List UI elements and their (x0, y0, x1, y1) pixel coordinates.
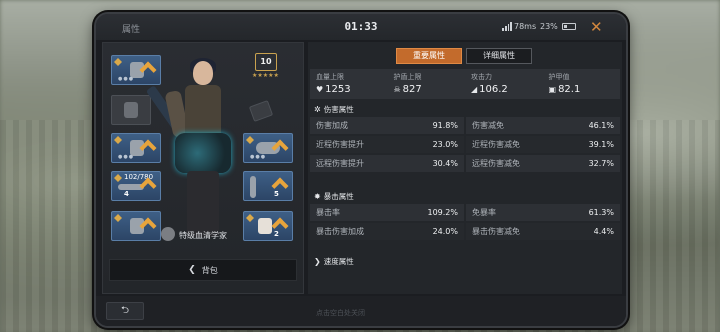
melee-slot[interactable]: 5 (243, 171, 293, 201)
close-icon[interactable]: ✕ (590, 17, 603, 37)
stat-cell: 暴击伤害减免 4.4% (466, 223, 620, 240)
attribute-window: 属性 01:33 78ms 23% ✕ ●●● ●●● 102/780 4 10… (94, 12, 628, 328)
ping-value: 78ms (514, 22, 537, 31)
backpack-label: 背包 (201, 265, 218, 275)
crit-stats: 暴击率 109.2% 免暴率 61.3% 暴击伤害加成 24.0% 暴击伤害减免 4.4… (310, 204, 620, 242)
pet-icon (258, 218, 272, 234)
tab-key-attributes[interactable]: 重要属性 (396, 48, 462, 64)
speed-section-header[interactable]: ❯ 速度属性 (314, 256, 354, 267)
backpack-button[interactable]: ❮ 背包 (109, 259, 297, 281)
stat-cell: 近程伤害提升 23.0% (310, 136, 464, 153)
bottom-bar: ⮌ 点击空白处关闭 (96, 296, 626, 326)
shield-stat: 护盾上限 ☠ 827 (393, 73, 422, 95)
helmet-slot[interactable]: ●●● (111, 55, 161, 85)
window-header: 属性 01:33 78ms 23% ✕ (96, 14, 626, 40)
rarity-icon (114, 58, 122, 66)
gun-icon: ◢ (471, 85, 478, 94)
crit-section-header: ✸ 暴击属性 (314, 192, 354, 201)
boots-slot[interactable] (111, 211, 161, 241)
stat-cell: 近程伤害减免 39.1% (466, 136, 620, 153)
crit-icon: ✸ (314, 192, 321, 201)
chevron-right-icon: ❯ (314, 257, 321, 266)
close-hint: 点击空白处关闭 (316, 309, 365, 317)
tab-detailed-attributes[interactable]: 详细属性 (466, 48, 532, 64)
blade-icon (250, 176, 256, 198)
signal-icon (502, 22, 512, 31)
character-panel: ●●● ●●● 102/780 4 10 ★★★★★ ●●● 5 2 特级血清学… (102, 42, 304, 294)
attack-stat: 攻击力 ◢ 106.2 (471, 73, 508, 95)
stat-cell: 暴击率 109.2% (310, 204, 464, 221)
ring-slot[interactable]: ●●● (243, 133, 293, 163)
damage-stats: 伤害加成 91.8% 伤害减免 46.1% 近程伤害提升 23.0% 近程伤害减免 39… (310, 117, 620, 174)
character-title: 特级血清学家 (179, 231, 227, 240)
rarity-icon (246, 136, 254, 144)
gear-count: 5 (274, 190, 279, 198)
battery-icon (562, 23, 576, 30)
rarity-icon (114, 136, 122, 144)
title-emblem-icon (161, 227, 175, 241)
weapon-slot[interactable]: 102/780 4 (111, 171, 161, 201)
stat-cell: 伤害加成 91.8% (310, 117, 464, 134)
armor-silhouette-icon (124, 102, 138, 118)
armor-slot-empty[interactable] (111, 95, 151, 125)
star-dots: ●●● (118, 76, 135, 82)
character-model (145, 58, 241, 239)
stat-cell: 伤害减免 46.1% (466, 117, 620, 134)
star-dots: ●●● (118, 154, 135, 160)
star-dots: ●●● (250, 154, 267, 160)
stat-tabs: 重要属性 详细属性 (396, 48, 532, 64)
damage-section-header: ✲ 伤害属性 (314, 105, 354, 114)
rarity-icon (114, 174, 122, 182)
level-badge: 10 (255, 53, 277, 71)
armor-icon: ▣ (548, 85, 557, 94)
armor-stat: 护甲值 ▣ 82.1 (548, 73, 581, 95)
rarity-icon (114, 214, 122, 222)
chest-slot[interactable]: ●●● (111, 133, 161, 163)
level-stars: ★★★★★ (252, 72, 279, 79)
damage-icon: ✲ (314, 105, 321, 114)
battery-percent: 23% (540, 22, 558, 31)
gear-count: 2 (274, 230, 279, 238)
stat-cell: 暴击伤害加成 24.0% (310, 223, 464, 240)
stat-cell: 远程伤害提升 30.4% (310, 155, 464, 172)
rarity-icon (246, 214, 254, 222)
stats-panel: 重要属性 详细属性 血量上限 ♥ 1253 护盾上限 ☠ 827 攻击力 ◢ 106.… (308, 42, 622, 294)
weapon-count: 4 (124, 190, 129, 198)
summary-stats: 血量上限 ♥ 1253 护盾上限 ☠ 827 攻击力 ◢ 106.2 护甲值 ▣ 82.… (310, 69, 620, 99)
heart-icon: ♥ (316, 85, 324, 94)
accessory-slot-empty[interactable] (248, 100, 274, 122)
back-button[interactable]: ⮌ (106, 302, 144, 320)
chevron-left-icon: ❮ (188, 265, 196, 275)
hp-stat: 血量上限 ♥ 1253 (316, 73, 351, 95)
stat-cell: 远程伤害减免 32.7% (466, 155, 620, 172)
stat-cell: 免暴率 61.3% (466, 204, 620, 221)
skull-shield-icon: ☠ (393, 85, 401, 94)
pet-slot[interactable]: 2 (243, 211, 293, 241)
